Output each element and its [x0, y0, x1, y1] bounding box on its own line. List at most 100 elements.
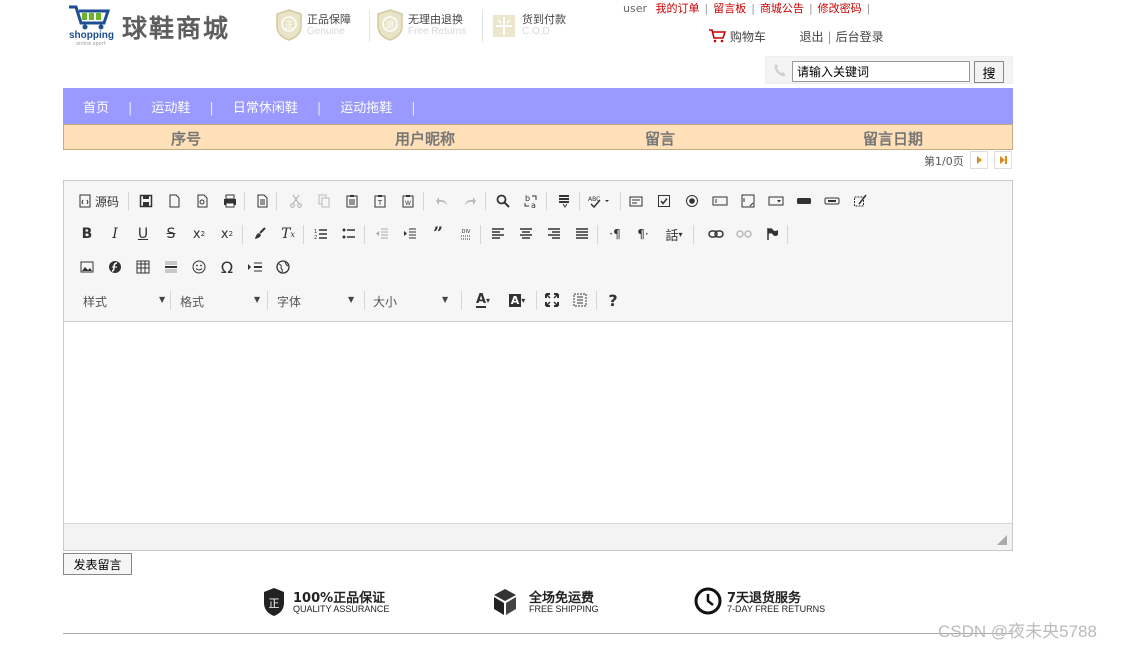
logout-link[interactable]: 退出 — [800, 30, 824, 44]
font-dropdown[interactable]: 字体 ▼ — [277, 289, 365, 311]
link-change-password[interactable]: 修改密码 — [818, 2, 862, 15]
outdent-icon[interactable] — [371, 223, 393, 245]
guarantee-title: 无理由退换 — [408, 13, 463, 26]
language-icon[interactable]: 話 ▾ — [660, 223, 688, 245]
separator: | — [827, 30, 832, 44]
next-page-button[interactable] — [970, 151, 988, 169]
post-message-button[interactable]: 发表留言 — [63, 553, 132, 575]
remove-format-icon[interactable]: Tx — [277, 223, 299, 245]
undo-icon[interactable] — [431, 190, 453, 212]
checkbox-icon[interactable] — [653, 190, 675, 212]
editor-toolbar: 源码 T W ba ABC B I U S x 2 x 2 T x 1 2 ” … — [64, 181, 1012, 322]
save-icon[interactable] — [135, 190, 157, 212]
shield-quality-icon: 正 — [264, 588, 284, 616]
svg-text:退: 退 — [385, 20, 394, 31]
spellcheck-icon[interactable]: ABC — [586, 190, 614, 212]
nav-sports-shoes[interactable]: 运动鞋 — [151, 101, 190, 116]
radio-icon[interactable] — [681, 190, 703, 212]
logo-word: shopping — [69, 30, 114, 41]
toolbar-separator — [242, 225, 243, 244]
indent-icon[interactable] — [399, 223, 421, 245]
bulleted-list-icon[interactable] — [338, 223, 360, 245]
paste-text-icon[interactable]: T — [369, 190, 391, 212]
justify-icon[interactable] — [571, 223, 593, 245]
site-logo[interactable]: shopping online sport 球鞋商城 — [66, 4, 242, 48]
toolbar-separator — [480, 225, 481, 244]
smiley-icon[interactable] — [188, 256, 210, 278]
column-header-date: 留言日期 — [863, 130, 924, 148]
align-left-icon[interactable] — [487, 223, 509, 245]
table-icon[interactable] — [132, 256, 154, 278]
button-field-icon[interactable] — [793, 190, 815, 212]
nav-slippers[interactable]: 运动拖鞋 — [340, 101, 392, 116]
rtl-icon[interactable]: ¶· — [632, 223, 654, 245]
admin-login-link[interactable]: 后台登录 — [836, 30, 884, 44]
copy-formatting-icon[interactable] — [249, 223, 271, 245]
strikethrough-icon[interactable]: S — [160, 223, 182, 245]
nav-casual-shoes[interactable]: 日常休闲鞋 — [233, 101, 298, 116]
text-color-icon[interactable]: A ▾ — [469, 289, 497, 311]
resize-handle-icon[interactable] — [997, 535, 1007, 545]
cut-icon[interactable] — [285, 190, 307, 212]
paste-icon[interactable] — [341, 190, 363, 212]
redo-icon[interactable] — [459, 190, 481, 212]
size-dropdown[interactable]: 大小 ▼ — [373, 289, 461, 311]
toolbar-separator — [267, 291, 268, 310]
anchor-flag-icon[interactable] — [761, 223, 783, 245]
templates-icon[interactable] — [251, 190, 273, 212]
new-page-icon[interactable] — [163, 190, 185, 212]
link-my-orders[interactable]: 我的订单 — [656, 2, 700, 15]
numbered-list-icon[interactable]: 12 — [310, 223, 332, 245]
link-announcements[interactable]: 商城公告 — [760, 2, 804, 15]
replace-icon[interactable]: ba — [520, 190, 542, 212]
format-label: 格式 — [180, 295, 205, 309]
align-right-icon[interactable] — [543, 223, 565, 245]
editor-content-area[interactable] — [64, 322, 1012, 523]
iframe-globe-icon[interactable] — [272, 256, 294, 278]
textarea-icon[interactable] — [737, 190, 759, 212]
superscript-icon[interactable]: x2 — [216, 223, 238, 245]
image-button-icon[interactable] — [821, 190, 843, 212]
search-button[interactable]: 搜 — [974, 61, 1004, 83]
show-blocks-icon[interactable] — [569, 289, 591, 311]
horizontal-rule-icon[interactable] — [160, 256, 182, 278]
form-icon[interactable] — [625, 190, 647, 212]
page-break-icon[interactable] — [244, 256, 266, 278]
italic-icon[interactable]: I — [104, 223, 126, 245]
select-all-icon[interactable] — [553, 190, 575, 212]
hidden-field-icon[interactable] — [849, 190, 871, 212]
align-center-icon[interactable] — [515, 223, 537, 245]
guarantee-subtitle: Genuine — [307, 26, 345, 37]
find-icon[interactable] — [492, 190, 514, 212]
source-button[interactable]: 源码 — [78, 190, 119, 212]
link-icon[interactable] — [705, 223, 727, 245]
bold-icon[interactable]: B — [76, 223, 98, 245]
copy-icon[interactable] — [313, 190, 335, 212]
separator: | — [751, 2, 755, 15]
special-char-icon[interactable]: Ω — [216, 256, 238, 278]
format-dropdown[interactable]: 格式 ▼ — [180, 289, 266, 311]
maximize-icon[interactable] — [541, 289, 563, 311]
create-div-icon[interactable]: DIV — [455, 223, 477, 245]
search-input[interactable] — [792, 61, 970, 82]
subscript-icon[interactable]: x2 — [188, 223, 210, 245]
help-icon[interactable]: ? — [602, 289, 624, 311]
ltr-icon[interactable]: ·¶ — [604, 223, 626, 245]
background-color-icon[interactable]: A ▾ — [503, 289, 531, 311]
textfield-icon[interactable] — [709, 190, 731, 212]
preview-icon[interactable] — [191, 190, 213, 212]
cart-link[interactable]: 购物车 — [730, 30, 766, 44]
select-field-icon[interactable] — [765, 190, 787, 212]
last-page-button[interactable] — [994, 151, 1012, 169]
image-icon[interactable] — [76, 256, 98, 278]
print-icon[interactable] — [219, 190, 241, 212]
styles-dropdown[interactable]: 样式 ▼ — [83, 289, 171, 311]
underline-icon[interactable]: U — [132, 223, 154, 245]
nav-home[interactable]: 首页 — [83, 101, 109, 116]
flash-icon[interactable] — [104, 256, 126, 278]
unlink-icon[interactable] — [733, 223, 755, 245]
paste-word-icon[interactable]: W — [397, 190, 419, 212]
column-header-index: 序号 — [171, 130, 202, 148]
link-message-board[interactable]: 留言板 — [713, 2, 746, 15]
blockquote-icon[interactable]: ” — [427, 223, 449, 245]
